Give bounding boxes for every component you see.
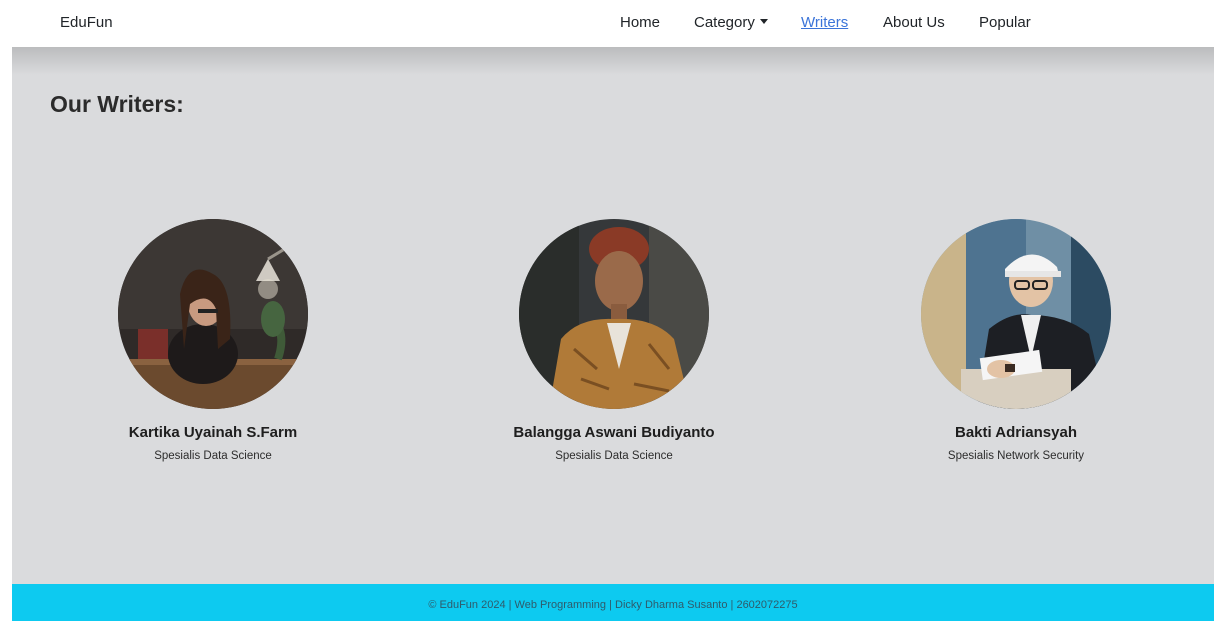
writer-card: Bakti Adriansyah Spesialis Network Secur… (856, 219, 1176, 462)
writer-role: Spesialis Network Security (947, 450, 1085, 462)
nav-popular[interactable]: Popular (979, 14, 1031, 31)
footer-text: © EduFun 2024 | Web Programming | Dicky … (428, 599, 798, 611)
writer-role: Spesialis Data Science (555, 450, 673, 462)
caret-down-icon (759, 18, 768, 24)
writer-photo-icon (921, 219, 1111, 409)
writer-card: Balangga Aswani Budiyanto Spesialis Data… (454, 219, 774, 462)
writer-photo (118, 219, 308, 409)
writer-photo (921, 219, 1111, 409)
nav-about-us[interactable]: About Us (883, 14, 945, 31)
writer-photo-icon (118, 219, 308, 409)
writer-photo (519, 219, 709, 409)
nav-writers[interactable]: Writers (801, 14, 848, 31)
writer-role: Spesialis Data Science (154, 450, 272, 462)
nav-category-label: Category (694, 14, 755, 31)
writer-photo-icon (519, 219, 709, 409)
navbar-shadow (12, 47, 1214, 75)
footer: © EduFun 2024 | Web Programming | Dicky … (12, 584, 1214, 621)
page-title: Our Writers: (50, 91, 184, 117)
brand-logo[interactable]: EduFun (60, 14, 113, 31)
navbar: EduFun Home Category Writers About Us Po… (0, 0, 1214, 47)
writer-name: Kartika Uyainah S.Farm (128, 424, 298, 441)
nav-home[interactable]: Home (620, 14, 660, 31)
nav-category[interactable]: Category (694, 14, 768, 31)
writer-name: Balangga Aswani Budiyanto (513, 424, 715, 441)
main-content: Our Writers: Kartika Uyainah S.Farm Spes… (12, 47, 1214, 584)
writer-card: Kartika Uyainah S.Farm Spesialis Data Sc… (53, 219, 373, 462)
writer-name: Bakti Adriansyah (955, 424, 1077, 441)
